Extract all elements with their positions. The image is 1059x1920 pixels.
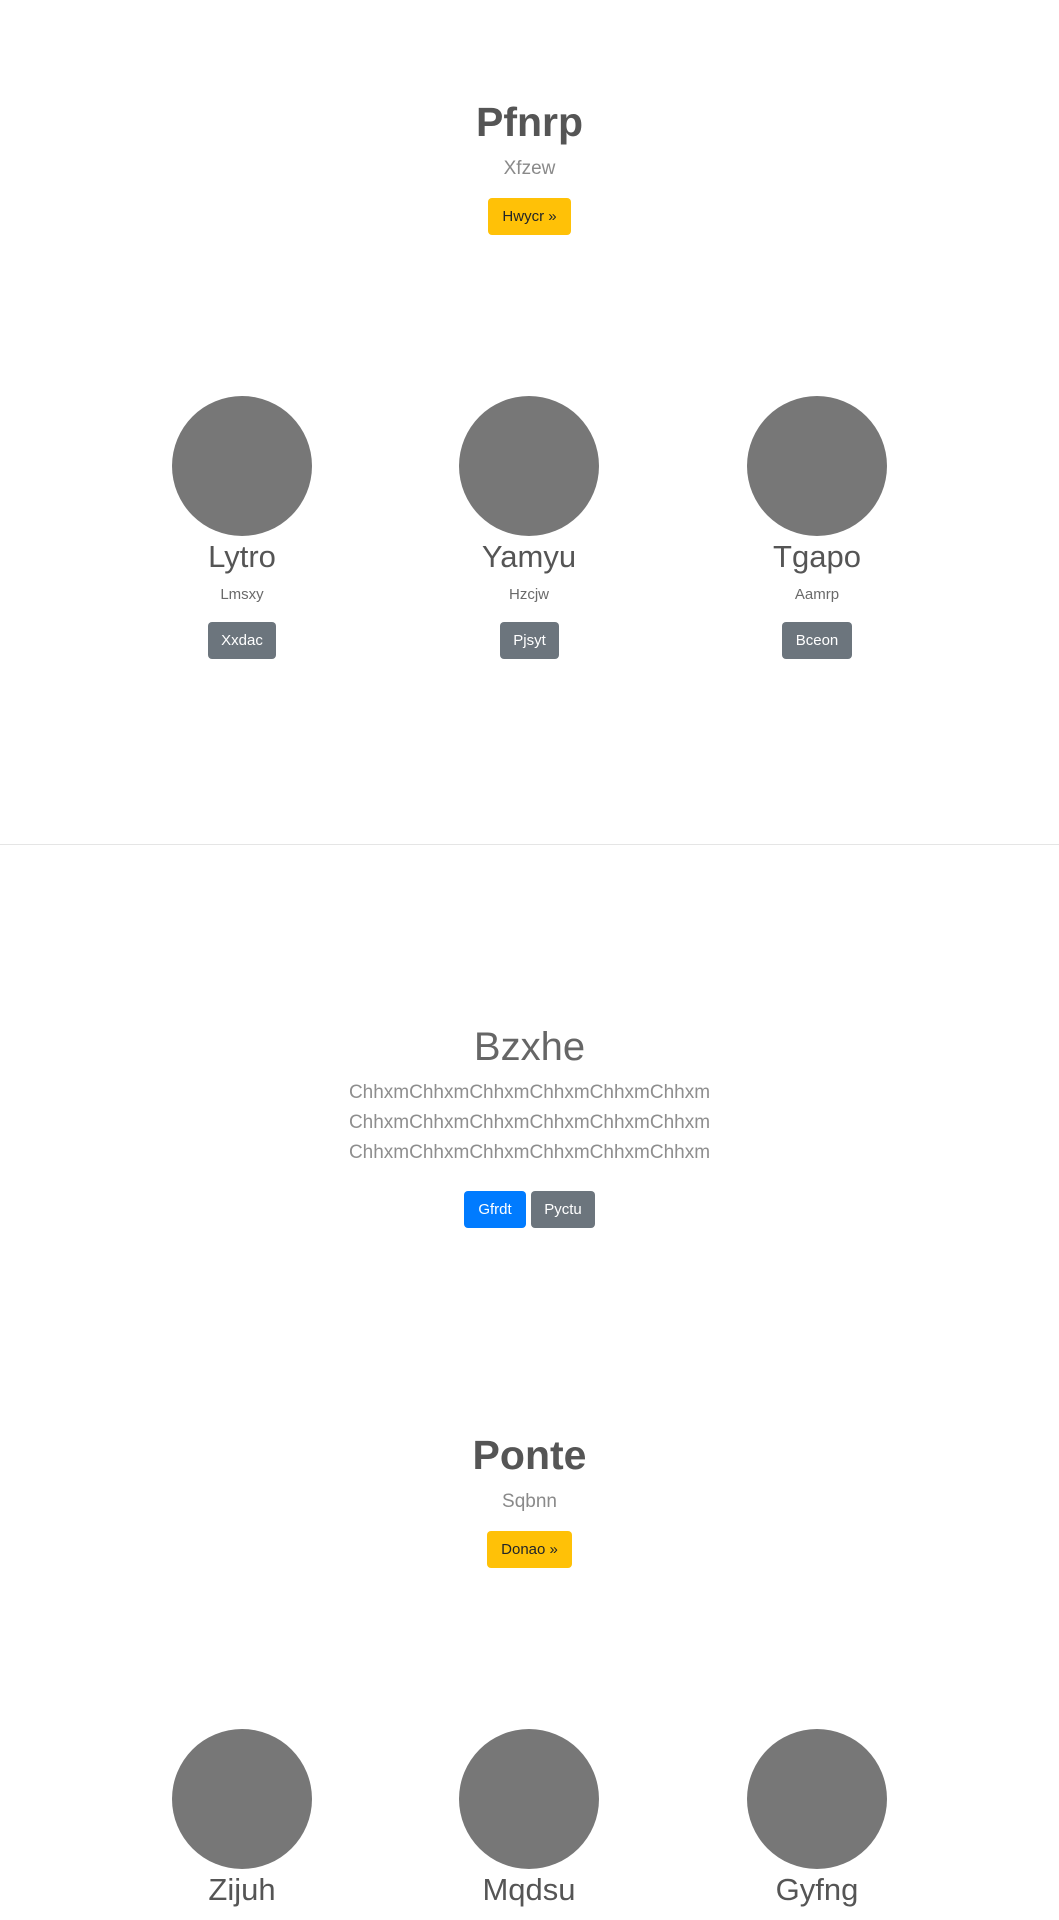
avatar (747, 1729, 887, 1869)
hero-cta-button[interactable]: Hwycr » (488, 198, 571, 235)
member-name: Yamyu (481, 539, 577, 574)
member-button[interactable]: Bceon (782, 622, 852, 659)
jumbotron-text-line: ChhxmChhxmChhxmChhxmChhxmChhxm (348, 1082, 711, 1103)
secondary-button[interactable]: Pyctu (531, 1191, 595, 1228)
member-name: Mqdsu (482, 1872, 576, 1907)
member-role: Lmsxy (220, 586, 264, 603)
member-name: Lytro (208, 539, 276, 574)
jumbotron-text-line: ChhxmChhxmChhxmChhxmChhxmChhxm (348, 1112, 711, 1133)
member-button[interactable]: Xxdac (208, 622, 276, 659)
section-divider (0, 844, 1059, 845)
member-name: Zijuh (208, 1872, 276, 1907)
avatar (747, 396, 887, 536)
member-name: Tgapo (773, 539, 861, 574)
avatar (459, 1729, 599, 1869)
avatar (172, 396, 312, 536)
hero-cta-button[interactable]: Donao » (487, 1531, 572, 1568)
jumbotron-text-line: ChhxmChhxmChhxmChhxmChhxmChhxm (348, 1142, 711, 1163)
avatar (459, 396, 599, 536)
hero-subtitle: Sqbnn (502, 1491, 557, 1512)
member-role: Hzcjw (509, 586, 549, 603)
member-button[interactable]: Pjsyt (500, 622, 559, 659)
hero-subtitle: Xfzew (503, 158, 556, 179)
member-role: Aamrp (794, 586, 840, 603)
avatar (172, 1729, 312, 1869)
hero-title: Ponte (472, 1432, 587, 1478)
jumbotron-title: Bzxhe (473, 1025, 586, 1069)
member-name: Gyfng (775, 1872, 859, 1907)
page: Pfnrp Xfzew Hwycr » Lytro Lmsxy Xxdac Ya… (0, 0, 1059, 1920)
hero-title: Pfnrp (475, 99, 584, 145)
primary-button[interactable]: Gfrdt (464, 1191, 526, 1228)
